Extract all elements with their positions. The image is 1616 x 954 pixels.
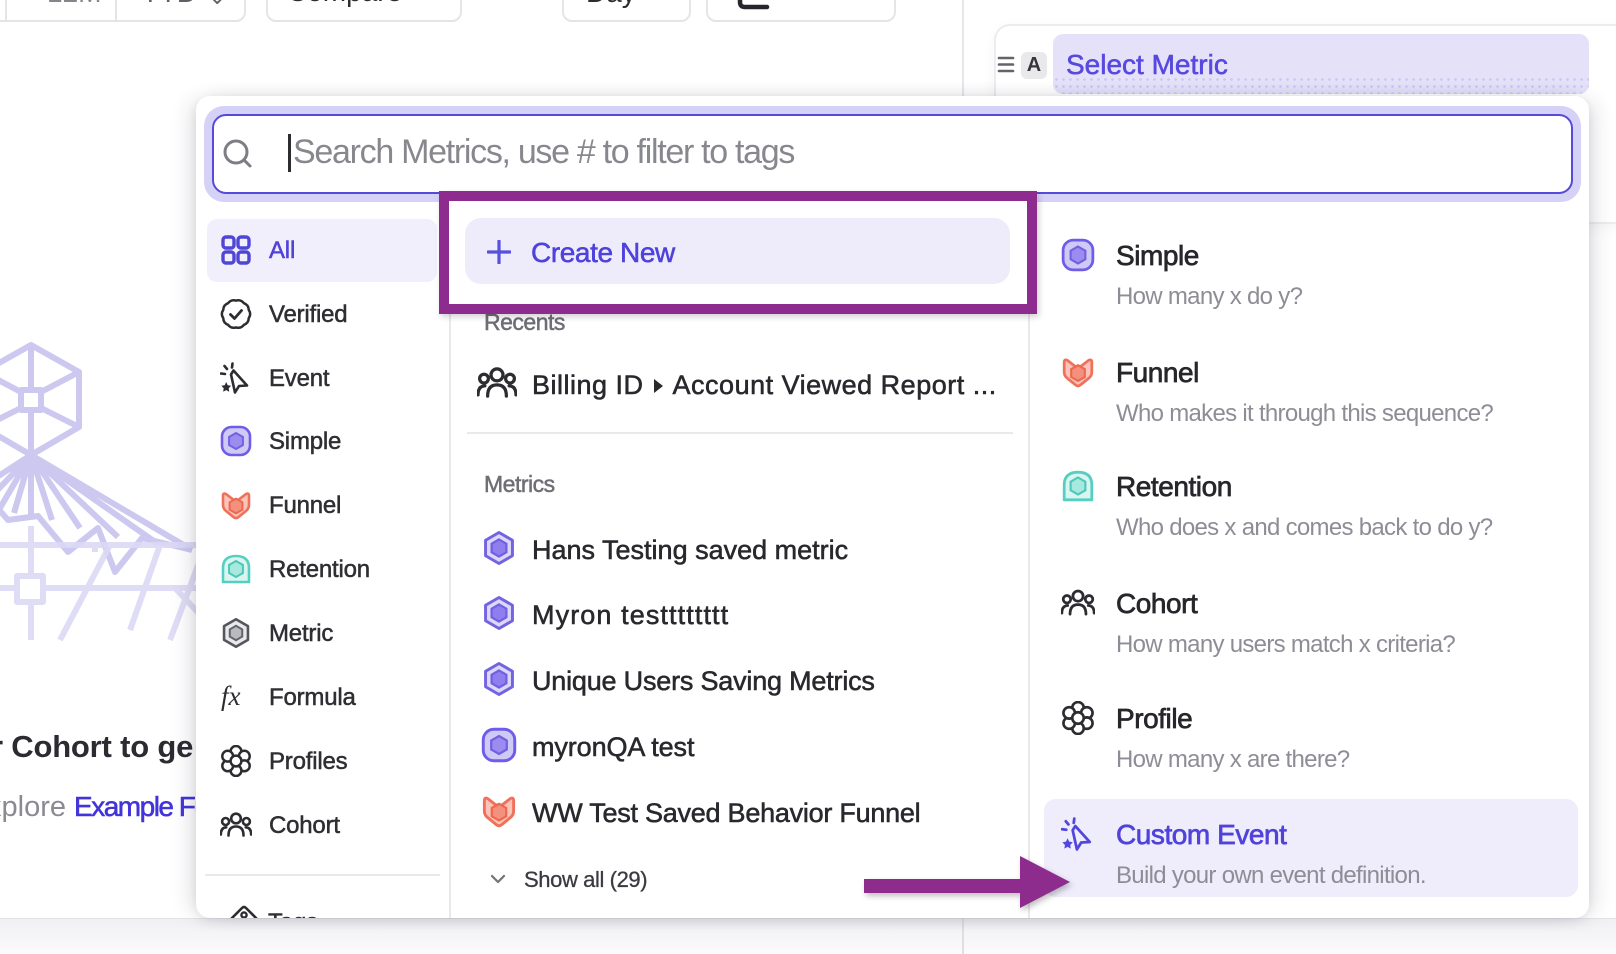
svg-text:fx: fx [221,681,241,711]
